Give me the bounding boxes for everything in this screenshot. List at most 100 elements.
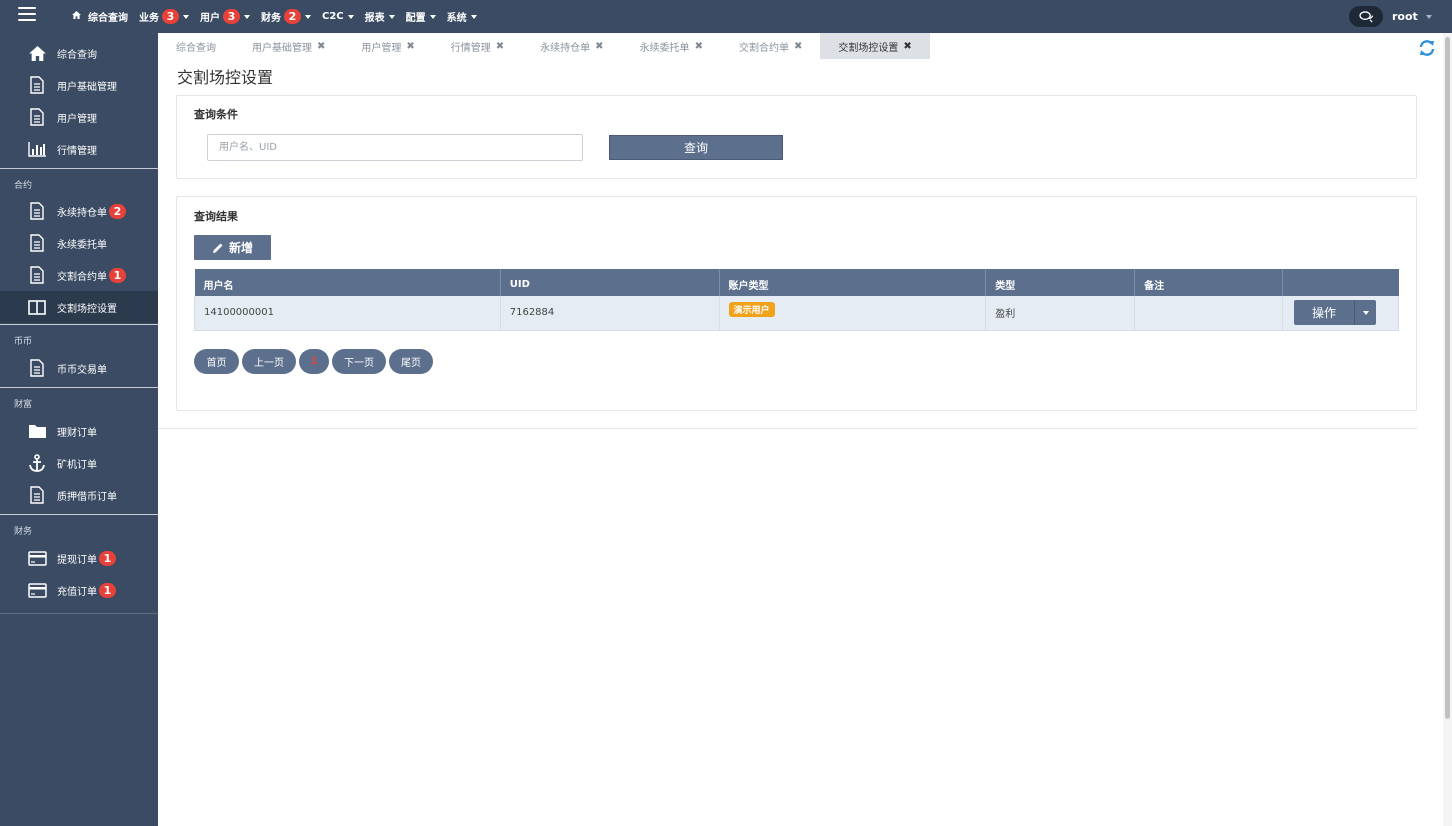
tab-label: 交割合约单 bbox=[738, 42, 789, 54]
document-icon bbox=[27, 108, 47, 126]
sidebar-group-wealth: 财富 理财订单 矿机订单 质押借币订单 bbox=[0, 387, 158, 511]
count-badge: 1 bbox=[99, 550, 116, 566]
close-icon[interactable]: ✖ bbox=[496, 41, 504, 52]
scrollbar[interactable] bbox=[1443, 33, 1452, 826]
sidebar-item-wealth-orders[interactable]: 理财订单 bbox=[0, 415, 158, 447]
home-icon bbox=[27, 44, 47, 62]
next-page-button[interactable]: 下一页 bbox=[332, 349, 386, 374]
query-panel-title: 查询条件 bbox=[194, 108, 238, 121]
sidebar-group-title: 财务 bbox=[14, 527, 33, 537]
tab-overview[interactable]: 综合查询 bbox=[158, 33, 234, 59]
nav-item-config[interactable]: 配置 bbox=[406, 9, 436, 24]
tab-perpetual-positions[interactable]: 永续持仓单 ✖ bbox=[522, 33, 621, 59]
nav-item-c2c[interactable]: C2C bbox=[322, 11, 354, 22]
action-button[interactable]: 操作 bbox=[1294, 300, 1354, 326]
sidebar-item-delivery-contracts[interactable]: 交割合约单 1 bbox=[0, 259, 158, 291]
results-table: 用户名 UID 账户类型 类型 备注 14100000001 7162884 演… bbox=[194, 269, 1400, 331]
anchor-icon bbox=[27, 454, 47, 472]
sidebar-item-spot-orders[interactable]: 币币交易单 bbox=[0, 352, 158, 384]
sidebar-item-user-manage[interactable]: 用户管理 bbox=[0, 101, 158, 133]
chat-icon bbox=[1358, 10, 1373, 22]
add-button[interactable]: 新增 bbox=[194, 235, 271, 260]
last-page-button[interactable]: 尾页 bbox=[389, 349, 433, 374]
sidebar-item-label: 用户管理 bbox=[57, 113, 97, 125]
nav-label: 用户 bbox=[200, 13, 220, 24]
chevron-down-icon bbox=[470, 14, 477, 19]
demo-user-badge: 演示用户 bbox=[728, 302, 775, 318]
tab-label: 综合查询 bbox=[176, 42, 216, 54]
nav-label: 财务 bbox=[261, 13, 281, 24]
sidebar-item-label: 矿机订单 bbox=[57, 459, 97, 471]
nav-label: 配置 bbox=[405, 13, 426, 24]
count-badge: 1 bbox=[99, 582, 116, 598]
nav-item-overview[interactable]: 综合查询 bbox=[72, 9, 128, 24]
menu-toggle-icon[interactable] bbox=[18, 7, 36, 21]
cell-actions: 操作 bbox=[1282, 296, 1400, 331]
tab-delivery-contracts[interactable]: 交割合约单 ✖ bbox=[721, 33, 820, 59]
sidebar-group-spot: 币币 币币交易单 bbox=[0, 324, 158, 384]
tab-market[interactable]: 行情管理 ✖ bbox=[433, 33, 522, 59]
chevron-down-icon bbox=[429, 14, 436, 19]
close-icon[interactable]: ✖ bbox=[406, 41, 414, 52]
chevron-down-icon bbox=[183, 14, 189, 19]
sidebar-item-miner-orders[interactable]: 矿机订单 bbox=[0, 447, 158, 479]
tab-label: 用户基础管理 bbox=[252, 42, 312, 54]
close-icon[interactable]: ✖ bbox=[903, 41, 911, 52]
sidebar-item-withdraw-orders[interactable]: 提现订单 1 bbox=[0, 542, 158, 574]
document-icon bbox=[27, 266, 47, 284]
sidebar-item-user-basic[interactable]: 用户基础管理 bbox=[0, 69, 158, 101]
chevron-down-icon bbox=[1425, 14, 1432, 19]
first-page-button[interactable]: 首页 bbox=[194, 349, 239, 374]
close-icon[interactable]: ✖ bbox=[595, 41, 603, 52]
scrollbar-thumb[interactable] bbox=[1445, 37, 1450, 719]
sidebar-group-title: 币币 bbox=[14, 337, 33, 347]
sidebar-item-pledge-orders[interactable]: 质押借币订单 bbox=[0, 479, 158, 511]
close-icon[interactable]: ✖ bbox=[695, 41, 703, 52]
tab-user-basic[interactable]: 用户基础管理 ✖ bbox=[234, 33, 343, 59]
columns-icon bbox=[27, 298, 47, 316]
close-icon[interactable]: ✖ bbox=[317, 41, 325, 52]
sidebar-group-main: 综合查询 用户基础管理 用户管理 行情管理 bbox=[0, 33, 158, 165]
nav-label: C2C bbox=[322, 11, 344, 22]
nav-item-user[interactable]: 用户 3 bbox=[200, 9, 250, 24]
document-icon bbox=[27, 202, 47, 220]
refresh-icon[interactable] bbox=[1418, 39, 1436, 57]
tab-delivery-control[interactable]: 交割场控设置 ✖ bbox=[820, 33, 930, 59]
nav-item-system[interactable]: 系统 bbox=[447, 9, 477, 24]
query-panel: 查询条件 查询 bbox=[176, 95, 1417, 179]
sidebar-item-label: 币币交易单 bbox=[57, 364, 107, 376]
user-menu[interactable]: root bbox=[1392, 10, 1432, 23]
chevron-down-icon bbox=[388, 14, 395, 19]
results-panel: 查询结果 新增 用户名 UID 账户类型 类型 备注 14100000001 7… bbox=[176, 196, 1417, 411]
page-title: 交割场控设置 bbox=[177, 68, 274, 87]
current-page-button[interactable]: 1 bbox=[299, 349, 329, 374]
nav-item-business[interactable]: 业务 3 bbox=[139, 9, 189, 24]
table-row: 14100000001 7162884 演示用户 盈利 操作 bbox=[194, 296, 1400, 331]
action-dropdown-toggle[interactable] bbox=[1354, 300, 1376, 326]
nav-item-reports[interactable]: 报表 bbox=[365, 9, 395, 24]
sidebar-item-deposit-orders[interactable]: 充值订单 1 bbox=[0, 574, 158, 606]
sidebar-item-delivery-control[interactable]: 交割场控设置 bbox=[0, 291, 158, 323]
query-button[interactable]: 查询 bbox=[609, 135, 783, 160]
count-badge: 3 bbox=[162, 9, 179, 24]
tab-perpetual-orders[interactable]: 永续委托单 ✖ bbox=[622, 33, 721, 59]
nav-label: 系统 bbox=[446, 13, 467, 24]
prev-page-button[interactable]: 上一页 bbox=[242, 349, 296, 374]
close-icon[interactable]: ✖ bbox=[794, 41, 802, 52]
home-icon bbox=[72, 11, 81, 22]
page-tabs: 综合查询 用户基础管理 ✖ 用户管理 ✖ 行情管理 ✖ 永续持仓单 ✖ 永续委托单 ✖ 交… bbox=[158, 33, 930, 59]
nav-label: 业务 bbox=[139, 13, 159, 24]
sidebar-item-perpetual-orders[interactable]: 永续委托单 bbox=[0, 227, 158, 259]
sidebar-item-market[interactable]: 行情管理 bbox=[0, 133, 158, 165]
chat-button[interactable] bbox=[1349, 6, 1383, 27]
column-header: 备注 bbox=[1134, 269, 1283, 296]
sidebar-item-label: 行情管理 bbox=[57, 145, 97, 157]
sidebar-item-overview[interactable]: 综合查询 bbox=[0, 37, 158, 69]
sidebar-item-perpetual-positions[interactable]: 永续持仓单 2 bbox=[0, 195, 158, 227]
tab-user-manage[interactable]: 用户管理 ✖ bbox=[343, 33, 432, 59]
nav-item-finance[interactable]: 财务 2 bbox=[261, 9, 311, 24]
chevron-down-icon bbox=[1362, 310, 1369, 315]
top-navbar: 综合查询 业务 3 用户 3 财务 2 C2C 报表 配置 系统 root bbox=[0, 0, 1452, 33]
search-input[interactable] bbox=[207, 134, 583, 161]
tab-label: 交割场控设置 bbox=[838, 42, 899, 54]
